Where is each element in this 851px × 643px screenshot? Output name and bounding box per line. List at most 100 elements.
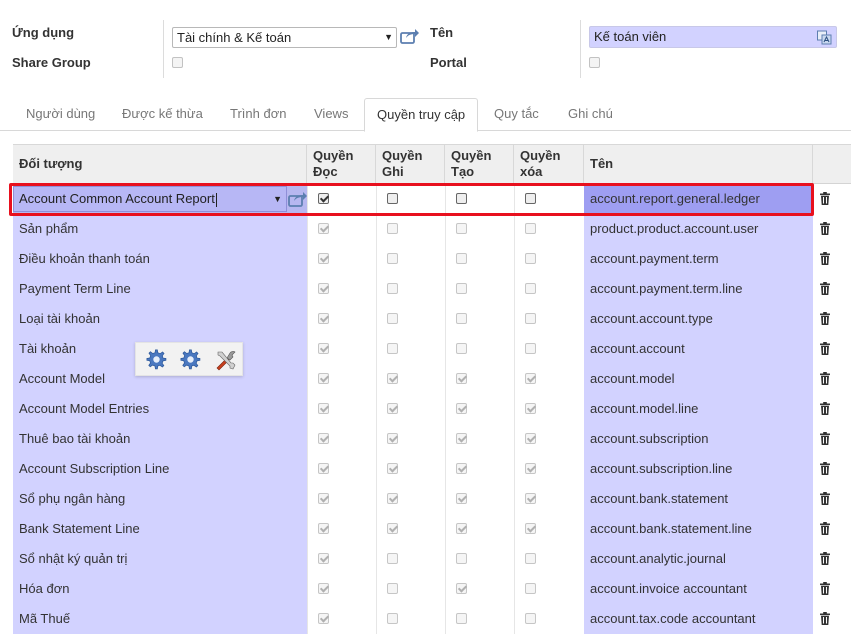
model-cell[interactable]: account.invoice accountant (584, 574, 813, 604)
write-checkbox[interactable] (387, 493, 398, 504)
read-checkbox[interactable] (318, 523, 329, 534)
create-checkbox[interactable] (456, 373, 467, 384)
create-checkbox[interactable] (456, 583, 467, 594)
tools-icon[interactable] (214, 349, 236, 371)
create-checkbox[interactable] (456, 433, 467, 444)
delete-checkbox[interactable] (525, 523, 536, 534)
create-checkbox[interactable] (456, 403, 467, 414)
model-cell[interactable]: account.account (584, 334, 813, 364)
object-cell[interactable]: Payment Term Line (13, 274, 307, 304)
write-checkbox[interactable] (387, 403, 398, 414)
read-checkbox[interactable] (318, 493, 329, 504)
model-cell[interactable]: account.bank.statement (584, 484, 813, 514)
model-cell[interactable]: account.analytic.journal (584, 544, 813, 574)
delete-checkbox[interactable] (525, 373, 536, 384)
table-row[interactable]: Account Model Entries account.model.line (13, 394, 851, 424)
trash-icon[interactable] (820, 192, 830, 205)
delete-checkbox[interactable] (525, 463, 536, 474)
delete-checkbox[interactable] (525, 403, 536, 414)
model-cell[interactable]: account.model.line (584, 394, 813, 424)
delete-checkbox[interactable] (525, 283, 536, 294)
column-header-write[interactable]: Quyền Ghi (376, 145, 445, 185)
table-row-editing[interactable]: Account Common Account Report ▼ account.… (13, 184, 851, 214)
model-cell[interactable]: product.product.account.user (584, 214, 813, 244)
write-checkbox[interactable] (387, 343, 398, 354)
trash-icon[interactable] (820, 492, 830, 505)
object-cell[interactable]: Sổ nhật ký quản trị (13, 544, 307, 574)
table-row[interactable]: Sổ phụ ngân hàng account.bank.statement (13, 484, 851, 514)
external-link-icon[interactable] (400, 27, 420, 45)
translate-icon[interactable] (817, 30, 832, 45)
object-cell[interactable]: Mã Thuế (13, 604, 307, 634)
read-checkbox[interactable] (318, 193, 329, 204)
write-checkbox[interactable] (387, 253, 398, 264)
delete-checkbox[interactable] (525, 583, 536, 594)
object-cell[interactable]: Sổ phụ ngân hàng (13, 484, 307, 514)
gear-icon[interactable] (146, 349, 168, 371)
model-cell[interactable]: account.payment.term (584, 244, 813, 274)
object-cell[interactable]: Bank Statement Line (13, 514, 307, 544)
trash-icon[interactable] (820, 222, 830, 235)
column-header-create[interactable]: Quyền Tạo (445, 145, 514, 185)
application-select[interactable]: Tài chính & Kế toán ▼ (172, 27, 397, 48)
write-checkbox[interactable] (387, 283, 398, 294)
trash-icon[interactable] (820, 402, 830, 415)
write-checkbox[interactable] (387, 313, 398, 324)
object-cell[interactable]: Loại tài khoản (13, 304, 307, 334)
read-checkbox[interactable] (318, 403, 329, 414)
model-cell[interactable]: account.model (584, 364, 813, 394)
read-checkbox[interactable] (318, 313, 329, 324)
delete-checkbox[interactable] (525, 553, 536, 564)
object-cell[interactable]: Account Model Entries (13, 394, 307, 424)
read-checkbox[interactable] (318, 463, 329, 474)
tab-users[interactable]: Người dùng (14, 98, 107, 131)
trash-icon[interactable] (820, 432, 830, 445)
create-checkbox[interactable] (456, 463, 467, 474)
delete-checkbox[interactable] (525, 193, 536, 204)
share-group-checkbox[interactable] (172, 57, 183, 68)
read-checkbox[interactable] (318, 583, 329, 594)
table-row[interactable]: Hóa đơn account.invoice accountant (13, 574, 851, 604)
trash-icon[interactable] (820, 582, 830, 595)
read-checkbox[interactable] (318, 613, 329, 624)
model-cell[interactable]: account.bank.statement.line (584, 514, 813, 544)
create-checkbox[interactable] (456, 493, 467, 504)
create-checkbox[interactable] (456, 343, 467, 354)
table-row[interactable]: Bank Statement Line account.bank.statemen… (13, 514, 851, 544)
model-cell[interactable]: account.account.type (584, 304, 813, 334)
gear-icon[interactable] (180, 349, 202, 371)
read-checkbox[interactable] (318, 253, 329, 264)
tab-views[interactable]: Views (302, 98, 360, 131)
trash-icon[interactable] (820, 342, 830, 355)
write-checkbox[interactable] (387, 553, 398, 564)
delete-checkbox[interactable] (525, 493, 536, 504)
create-checkbox[interactable] (456, 313, 467, 324)
model-cell[interactable]: account.tax.code accountant (584, 604, 813, 634)
write-checkbox[interactable] (387, 223, 398, 234)
trash-icon[interactable] (820, 282, 830, 295)
create-checkbox[interactable] (456, 283, 467, 294)
read-checkbox[interactable] (318, 343, 329, 354)
column-header-object[interactable]: Đối tượng (13, 145, 307, 185)
create-checkbox[interactable] (456, 613, 467, 624)
object-cell[interactable]: Account Common Account Report ▼ (13, 184, 307, 214)
column-header-read[interactable]: Quyền Đọc (307, 145, 376, 185)
write-checkbox[interactable] (387, 433, 398, 444)
trash-icon[interactable] (820, 552, 830, 565)
object-cell[interactable]: Thuê bao tài khoản (13, 424, 307, 454)
table-row[interactable]: Payment Term Line account.payment.term.li… (13, 274, 851, 304)
write-checkbox[interactable] (387, 193, 398, 204)
write-checkbox[interactable] (387, 583, 398, 594)
tab-access-rights[interactable]: Quyền truy cập (364, 98, 479, 132)
read-checkbox[interactable] (318, 283, 329, 294)
name-field[interactable]: Kế toán viên (589, 26, 837, 48)
table-row[interactable]: Sản phẩm product.product.account.user (13, 214, 851, 244)
delete-checkbox[interactable] (525, 433, 536, 444)
table-row[interactable]: Điều khoản thanh toán account.payment.ter… (13, 244, 851, 274)
read-checkbox[interactable] (318, 553, 329, 564)
create-checkbox[interactable] (456, 193, 467, 204)
read-checkbox[interactable] (318, 433, 329, 444)
table-row[interactable]: Sổ nhật ký quản trị account.analytic.jour… (13, 544, 851, 574)
model-cell[interactable]: account.payment.term.line (584, 274, 813, 304)
column-header-name[interactable]: Tên (584, 145, 813, 185)
